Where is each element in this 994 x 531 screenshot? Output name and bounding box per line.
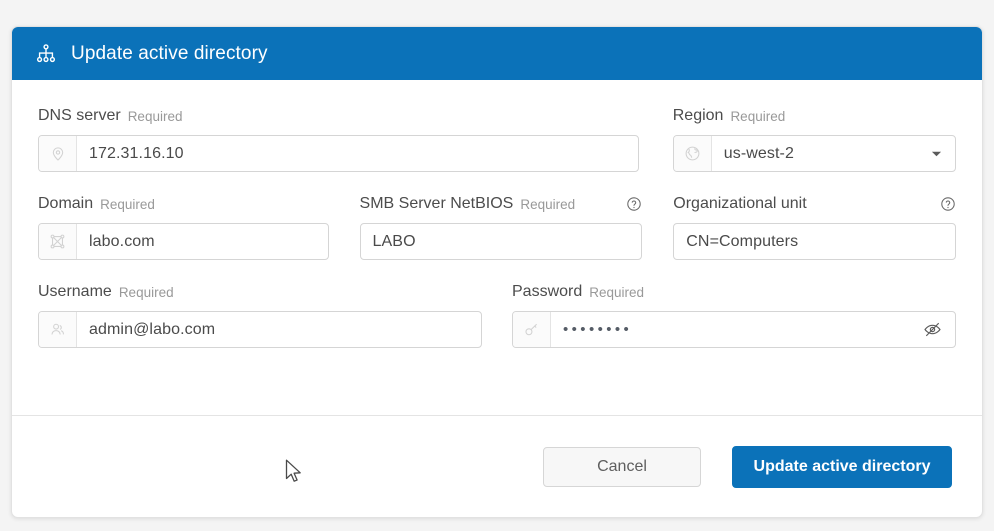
field-username: Username Required admin@labo.com xyxy=(38,282,482,348)
form-row-1: DNS server Required 172.31.16.10 Region … xyxy=(38,106,956,172)
username-value[interactable]: admin@labo.com xyxy=(77,312,481,347)
organizational-unit-input[interactable]: CN=Computers xyxy=(673,223,956,260)
domain-label: Domain xyxy=(38,195,94,212)
field-region: Region Required us-west-2 xyxy=(672,106,956,172)
username-label: Username xyxy=(38,283,112,300)
region-select[interactable]: us-west-2 xyxy=(672,135,956,172)
smb-netbios-input[interactable]: LABO xyxy=(359,223,643,260)
smb-netbios-value[interactable]: LABO xyxy=(361,224,642,259)
region-label-group: Region Required xyxy=(673,106,956,126)
smb-netbios-label-group: SMB Server NetBIOS Required xyxy=(360,194,643,214)
field-smb-netbios: SMB Server NetBIOS Required LABO xyxy=(359,194,643,260)
cancel-button[interactable]: Cancel xyxy=(543,446,701,487)
region-label: Region xyxy=(672,107,724,124)
username-required: Required xyxy=(118,284,174,300)
smb-netbios-label: SMB Server NetBIOS xyxy=(359,195,514,212)
update-active-directory-button[interactable]: Update active directory xyxy=(732,445,952,488)
domain-input[interactable]: labo.com xyxy=(38,223,329,260)
dns-server-required: Required xyxy=(127,108,183,124)
field-organizational-unit: Organizational unit CN=Computers xyxy=(673,194,956,260)
password-label-group: Password Required xyxy=(512,282,956,302)
region-required: Required xyxy=(730,108,786,124)
domain-value[interactable]: labo.com xyxy=(77,224,328,259)
organizational-unit-label-group: Organizational unit xyxy=(673,194,956,214)
location-pin-icon xyxy=(39,136,77,171)
dialog-footer: Cancel Update active directory xyxy=(12,415,982,517)
help-circle-icon[interactable] xyxy=(928,196,956,212)
form-row-2: Domain Required labo.com SMB Server NetB… xyxy=(38,194,956,260)
dialog-body: DNS server Required 172.31.16.10 Region … xyxy=(12,80,982,415)
eye-slash-icon[interactable] xyxy=(917,312,955,347)
user-icon xyxy=(39,312,77,347)
password-required: Required xyxy=(589,284,645,300)
dialog-title: Update active directory xyxy=(71,42,268,64)
region-value[interactable]: us-west-2 xyxy=(712,136,923,171)
password-value[interactable]: •••••••• xyxy=(551,312,917,347)
organizational-unit-label: Organizational unit xyxy=(673,195,807,212)
field-domain: Domain Required labo.com xyxy=(38,194,329,260)
dns-server-label: DNS server xyxy=(38,107,121,124)
password-label: Password xyxy=(512,283,583,300)
username-input[interactable]: admin@labo.com xyxy=(38,311,482,348)
domain-label-group: Domain Required xyxy=(38,194,329,214)
field-password: Password Required •••••••• xyxy=(512,282,956,348)
domain-required: Required xyxy=(100,196,155,212)
help-circle-icon[interactable] xyxy=(614,196,642,212)
username-label-group: Username Required xyxy=(38,282,482,302)
chevron-down-icon[interactable] xyxy=(923,136,955,171)
dns-server-input[interactable]: 172.31.16.10 xyxy=(38,135,639,172)
org-hierarchy-icon xyxy=(35,43,57,65)
field-dns-server: DNS server Required 172.31.16.10 xyxy=(38,106,639,172)
globe-icon xyxy=(673,136,712,171)
dns-server-label-group: DNS server Required xyxy=(38,106,639,126)
organizational-unit-value[interactable]: CN=Computers xyxy=(674,224,955,259)
app-screen: Update active directory DNS server Requi… xyxy=(0,0,994,531)
form-row-3: Username Required admin@labo.com Passwor… xyxy=(38,282,956,348)
network-mesh-icon xyxy=(39,224,77,259)
password-input[interactable]: •••••••• xyxy=(512,311,956,348)
dns-server-value[interactable]: 172.31.16.10 xyxy=(77,136,638,171)
key-icon xyxy=(513,312,551,347)
smb-netbios-required: Required xyxy=(520,196,576,212)
update-active-directory-dialog: Update active directory DNS server Requi… xyxy=(11,26,983,518)
dialog-header: Update active directory xyxy=(12,27,982,80)
